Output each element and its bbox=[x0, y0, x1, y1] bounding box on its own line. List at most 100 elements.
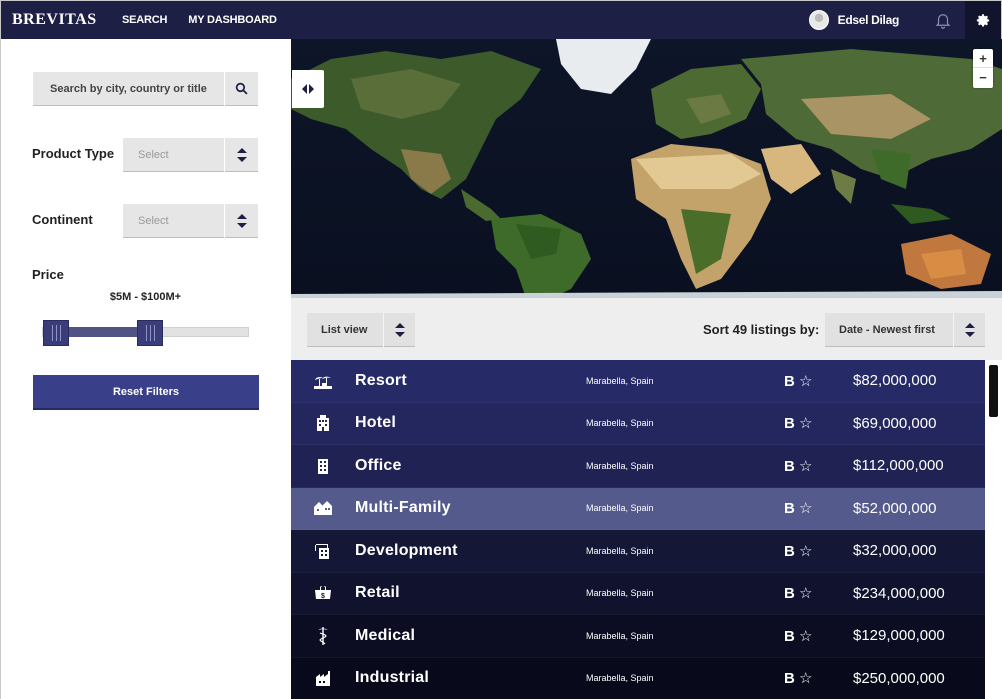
updown-arrows-icon bbox=[383, 312, 415, 347]
listing-rating: B ☆ bbox=[784, 585, 813, 603]
toggle-sidebar-button[interactable] bbox=[292, 70, 324, 108]
listing-price: $129,000,000 bbox=[853, 627, 945, 645]
listing-rating: B ☆ bbox=[784, 627, 813, 645]
listing-rating: B ☆ bbox=[784, 670, 813, 688]
listing-price: $32,000,000 bbox=[853, 542, 937, 560]
star-icon[interactable]: ☆ bbox=[799, 373, 812, 390]
listing-row-multi-family[interactable]: Multi-Family Marabella, Spain B ☆ $52,00… bbox=[291, 487, 985, 530]
listing-scrollbar[interactable] bbox=[985, 360, 1002, 699]
search-icon bbox=[235, 82, 248, 95]
nav-my-dashboard[interactable]: MY DASHBOARD bbox=[188, 14, 277, 26]
scrollbar-thumb[interactable] bbox=[989, 365, 998, 417]
updown-arrows-icon bbox=[953, 312, 985, 347]
map-zoom-control: + − bbox=[973, 49, 993, 88]
product-type-label: Product Type bbox=[32, 146, 115, 161]
sort-select[interactable]: Date - Newest first bbox=[825, 312, 985, 347]
office-icon bbox=[291, 457, 355, 475]
listing-price: $69,000,000 bbox=[853, 414, 937, 432]
listing-location: Marabella, Spain bbox=[586, 630, 654, 641]
zoom-in-button[interactable]: + bbox=[973, 49, 993, 68]
listing-location: Marabella, Spain bbox=[586, 503, 654, 514]
listing-rating: B ☆ bbox=[784, 457, 813, 475]
listing-location: Marabella, Spain bbox=[586, 460, 654, 471]
listing-rating: B ☆ bbox=[784, 372, 813, 390]
search-box bbox=[33, 71, 258, 106]
price-range-value: $5M - $100M+ bbox=[109, 291, 182, 303]
listing-row-resort[interactable]: Resort Marabella, Spain B ☆ $82,000,000 bbox=[291, 360, 985, 403]
listing-price: $112,000,000 bbox=[853, 457, 944, 475]
listing-row-industrial[interactable]: Industrial Marabella, Spain B ☆ $250,000… bbox=[291, 657, 985, 699]
listing-row-hotel[interactable]: Hotel Marabella, Spain B ☆ $69,000,000 bbox=[291, 402, 985, 445]
sort-value: Date - Newest first bbox=[839, 323, 935, 336]
search-button[interactable] bbox=[224, 71, 258, 106]
settings-button[interactable] bbox=[965, 1, 1001, 39]
avatar bbox=[808, 10, 829, 30]
user-menu[interactable]: Edsel Dilag bbox=[808, 10, 900, 30]
star-icon[interactable]: ☆ bbox=[799, 543, 812, 560]
listing-title: Development bbox=[355, 541, 458, 559]
continent-select[interactable]: Select bbox=[123, 203, 258, 238]
world-map[interactable] bbox=[291, 39, 1002, 298]
updown-arrows-icon bbox=[224, 203, 258, 238]
continent-value: Select bbox=[138, 214, 169, 227]
listing-title: Medical bbox=[355, 626, 416, 644]
svg-text:$: $ bbox=[321, 593, 325, 600]
star-icon[interactable]: ☆ bbox=[799, 628, 812, 645]
user-name: Edsel Dilag bbox=[837, 13, 900, 27]
view-mode-value: List view bbox=[321, 323, 368, 336]
listing-price: $234,000,000 bbox=[853, 584, 945, 602]
filter-sidebar: Product Type Select Continent Select Pri… bbox=[1, 39, 291, 699]
listing-price: $52,000,000 bbox=[853, 499, 937, 517]
listing-title: Multi-Family bbox=[355, 499, 451, 517]
hotel-icon bbox=[291, 414, 355, 432]
reset-filters-button[interactable]: Reset Filters bbox=[33, 375, 259, 410]
price-slider[interactable] bbox=[42, 320, 249, 346]
star-icon[interactable]: ☆ bbox=[799, 500, 812, 517]
listing-location: Marabella, Spain bbox=[586, 673, 654, 684]
top-navigation-bar: BREVITAS SEARCH MY DASHBOARD Edsel Dilag bbox=[1, 1, 1001, 39]
listing-price: $82,000,000 bbox=[853, 372, 937, 390]
listing-price: $250,000,000 bbox=[853, 669, 945, 687]
sort-label: Sort 49 listings by: bbox=[703, 322, 820, 337]
development-icon bbox=[291, 542, 355, 560]
search-input[interactable] bbox=[33, 71, 224, 106]
world-map-image bbox=[291, 39, 1002, 298]
listing-row-medical[interactable]: Medical Marabella, Spain B ☆ $129,000,00… bbox=[291, 615, 985, 658]
price-label: Price bbox=[32, 267, 64, 282]
brand-logo[interactable]: BREVITAS bbox=[12, 11, 122, 29]
listing-title: Industrial bbox=[355, 669, 430, 687]
listing-location: Marabella, Spain bbox=[586, 418, 654, 429]
medical-icon bbox=[291, 626, 355, 646]
star-icon[interactable]: ☆ bbox=[799, 458, 812, 475]
notifications-button[interactable] bbox=[928, 1, 958, 39]
listing-title: Office bbox=[355, 456, 402, 474]
price-slider-min-handle[interactable] bbox=[43, 320, 69, 346]
listing-row-retail[interactable]: $ Retail Marabella, Spain B ☆ $234,000,0… bbox=[291, 572, 985, 615]
product-type-select[interactable]: Select bbox=[123, 137, 258, 172]
nav-search[interactable]: SEARCH bbox=[122, 14, 167, 26]
listing-title: Resort bbox=[355, 371, 407, 389]
price-slider-max-handle[interactable] bbox=[137, 320, 164, 346]
listing-row-development[interactable]: Development Marabella, Spain B ☆ $32,000… bbox=[291, 530, 985, 573]
listing-location: Marabella, Spain bbox=[586, 588, 654, 599]
retail-icon: $ bbox=[291, 586, 355, 600]
continent-label: Continent bbox=[32, 212, 93, 227]
multi-family-icon bbox=[291, 500, 355, 516]
listing-title: Retail bbox=[355, 584, 400, 602]
product-type-value: Select bbox=[138, 148, 169, 161]
listing-table: Resort Marabella, Spain B ☆ $82,000,000 … bbox=[291, 360, 985, 699]
star-icon[interactable]: ☆ bbox=[799, 670, 812, 687]
star-icon[interactable]: ☆ bbox=[799, 415, 812, 432]
zoom-out-button[interactable]: − bbox=[973, 68, 993, 87]
listing-location: Marabella, Spain bbox=[586, 375, 654, 386]
star-icon[interactable]: ☆ bbox=[799, 585, 812, 602]
price-slider-fill bbox=[56, 327, 151, 337]
bell-icon bbox=[935, 14, 951, 29]
collapse-arrows-icon bbox=[302, 84, 314, 94]
listing-rating: B ☆ bbox=[784, 500, 813, 518]
gear-icon bbox=[976, 13, 989, 27]
listing-location: Marabella, Spain bbox=[586, 545, 654, 556]
listing-row-office[interactable]: Office Marabella, Spain B ☆ $112,000,000 bbox=[291, 445, 985, 488]
view-mode-select[interactable]: List view bbox=[307, 312, 415, 347]
listing-rating: B ☆ bbox=[784, 542, 813, 560]
